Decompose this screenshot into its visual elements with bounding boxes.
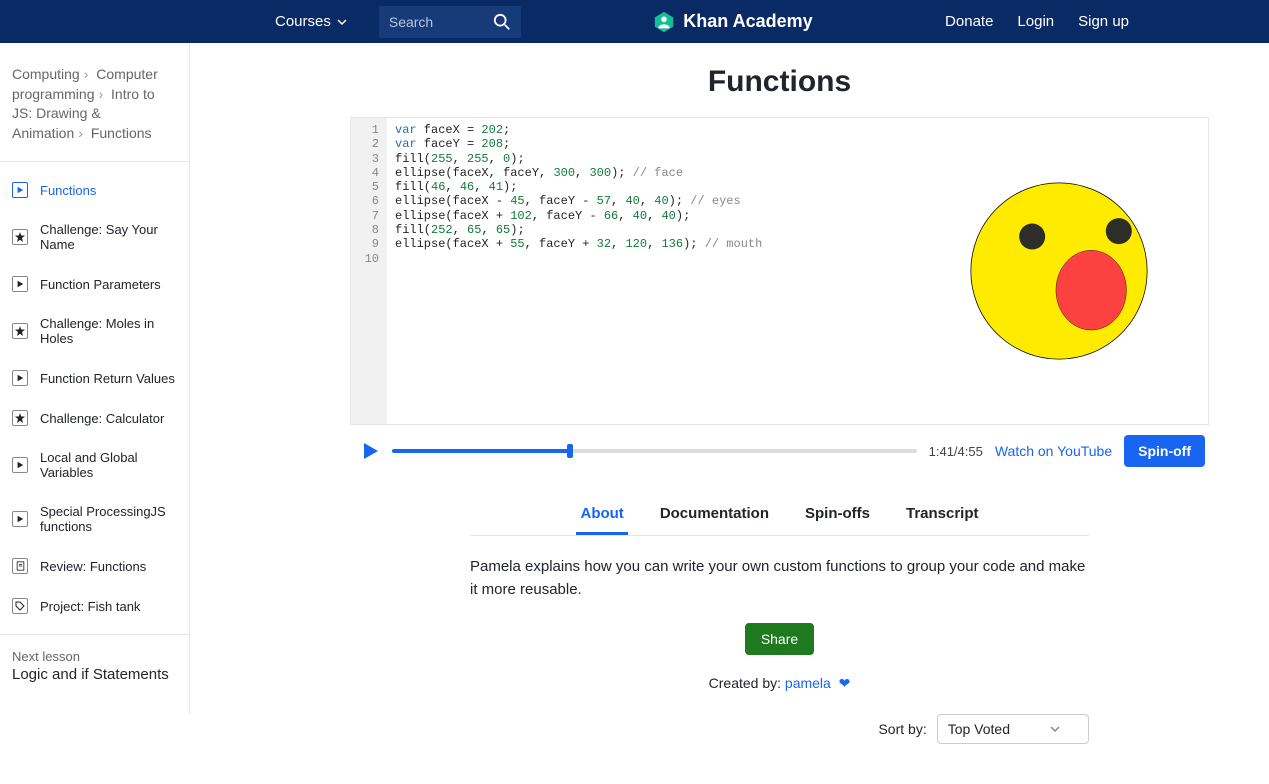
search-placeholder: Search — [389, 14, 493, 30]
created-by: Created by: pamela ❤ — [350, 675, 1209, 692]
chevron-down-icon — [1050, 724, 1060, 734]
lesson-item[interactable]: Special ProcessingJS functions — [0, 492, 189, 546]
tag-icon — [12, 598, 28, 614]
lesson-label: Challenge: Calculator — [40, 411, 164, 426]
lesson-label: Review: Functions — [40, 559, 146, 574]
crumb-0[interactable]: Computing — [12, 66, 80, 82]
login-link[interactable]: Login — [1017, 13, 1054, 30]
breadcrumb: Computing› Computer programming› Intro t… — [0, 55, 189, 161]
lesson-label: Functions — [40, 183, 96, 198]
heart-icon: ❤ — [835, 675, 851, 691]
star-icon — [12, 323, 28, 339]
page-title: Functions — [350, 65, 1209, 99]
play-icon — [12, 457, 28, 473]
search-icon — [493, 13, 511, 31]
lesson-item[interactable]: Review: Functions — [0, 546, 189, 586]
lesson-item[interactable]: Challenge: Calculator — [0, 398, 189, 438]
lesson-item[interactable]: Project: Fish tank — [0, 586, 189, 626]
top-nav: Courses Search Khan Academy Donate Login… — [0, 0, 1269, 43]
tab-about[interactable]: About — [576, 495, 627, 535]
lesson-label: Challenge: Moles in Holes — [40, 316, 177, 346]
play-button[interactable] — [360, 441, 380, 461]
video-controls: 1:41/4:55 Watch on YouTube Spin-off — [350, 425, 1209, 475]
lesson-label: Challenge: Say Your Name — [40, 222, 177, 252]
lesson-item[interactable]: Challenge: Say Your Name — [0, 210, 189, 264]
sort-row: Sort by: Top Voted — [470, 714, 1089, 744]
courses-dropdown[interactable]: Courses — [275, 13, 347, 30]
doc-icon — [12, 558, 28, 574]
lesson-label: Special ProcessingJS functions — [40, 504, 177, 534]
sort-label: Sort by: — [878, 721, 926, 737]
star-icon — [12, 410, 28, 426]
lesson-label: Local and Global Variables — [40, 450, 177, 480]
play-icon — [12, 276, 28, 292]
sort-dropdown[interactable]: Top Voted — [937, 714, 1089, 744]
lessons-list: Functions Challenge: Say Your Name Functio… — [0, 162, 189, 634]
play-icon — [12, 370, 28, 386]
play-icon — [12, 182, 28, 198]
brand-home[interactable]: Khan Academy — [521, 11, 945, 33]
face-drawing — [944, 156, 1174, 386]
tab-transcript[interactable]: Transcript — [902, 495, 983, 535]
crumb-3[interactable]: Functions — [91, 125, 152, 141]
code-editor[interactable]: var faceX = 202; var faceY = 208; fill(2… — [387, 118, 910, 424]
time-display: 1:41/4:55 — [929, 444, 983, 459]
next-lesson[interactable]: Next lesson Logic and if Statements — [0, 634, 189, 697]
brand-text: Khan Academy — [683, 11, 812, 32]
lesson-label: Function Parameters — [40, 277, 161, 292]
tab-documentation[interactable]: Documentation — [656, 495, 773, 535]
lesson-label: Project: Fish tank — [40, 599, 140, 614]
lesson-item[interactable]: Function Parameters — [0, 264, 189, 304]
tab-spin-offs[interactable]: Spin-offs — [801, 495, 874, 535]
output-canvas — [910, 118, 1208, 424]
sidebar: Computing› Computer programming› Intro t… — [0, 43, 190, 714]
play-icon — [12, 511, 28, 527]
tabs: About Documentation Spin-offs Transcript — [470, 495, 1089, 536]
khan-logo-icon — [653, 11, 675, 33]
courses-label: Courses — [275, 13, 331, 30]
chevron-down-icon — [337, 17, 347, 27]
signup-link[interactable]: Sign up — [1078, 13, 1129, 30]
about-description: Pamela explains how you can write your o… — [470, 556, 1089, 601]
donate-link[interactable]: Donate — [945, 13, 993, 30]
line-gutter: 1 2 3 4 5 6 7 8 9 10 — [351, 118, 387, 424]
spinoff-button[interactable]: Spin-off — [1124, 435, 1205, 467]
lesson-label: Function Return Values — [40, 371, 175, 386]
lesson-item[interactable]: Functions — [0, 170, 189, 210]
lesson-item[interactable]: Challenge: Moles in Holes — [0, 304, 189, 358]
author-link[interactable]: pamela — [785, 675, 831, 691]
editor-panel: 1 2 3 4 5 6 7 8 9 10 var faceX = 202; va… — [350, 117, 1209, 425]
share-button[interactable]: Share — [745, 623, 814, 655]
main-content: Functions 1 2 3 4 5 6 7 8 9 10 var faceX… — [190, 43, 1269, 784]
star-icon — [12, 229, 28, 245]
next-lesson-label: Next lesson — [12, 649, 177, 664]
next-lesson-title: Logic and if Statements — [12, 666, 177, 683]
watch-youtube-link[interactable]: Watch on YouTube — [995, 443, 1112, 459]
progress-bar[interactable] — [392, 449, 917, 453]
lesson-item[interactable]: Local and Global Variables — [0, 438, 189, 492]
search-input[interactable]: Search — [379, 6, 521, 38]
lesson-item[interactable]: Function Return Values — [0, 358, 189, 398]
